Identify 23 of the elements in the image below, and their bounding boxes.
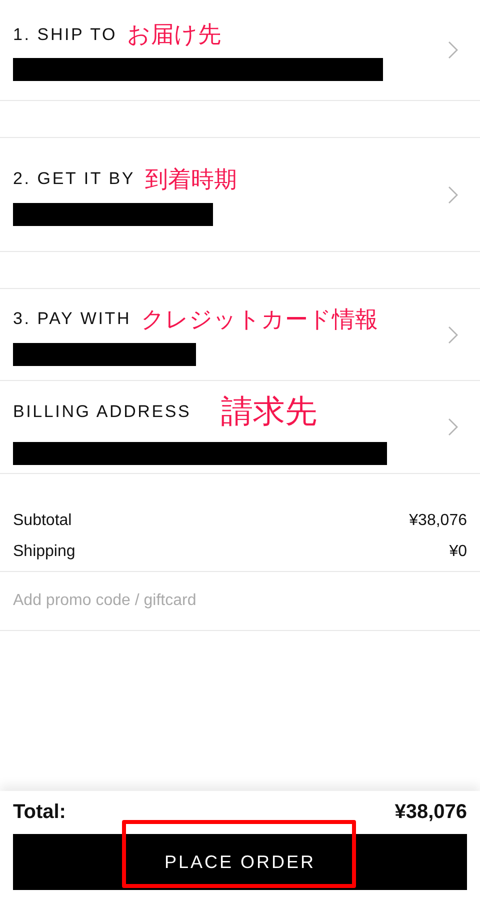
summary-value: ¥0 xyxy=(449,543,467,561)
step-label: 3. PAY WITH xyxy=(13,309,132,329)
checkout-step[interactable]: 3. PAY WITH クレジットカード情報 xyxy=(0,289,480,381)
annotation-label: お届け先 xyxy=(127,21,221,50)
annotation-label: 請求先 xyxy=(221,390,318,432)
summary-label: Subtotal xyxy=(13,512,72,530)
total-label: Total: xyxy=(13,801,66,824)
checkout-step[interactable]: BILLING ADDRESS 請求先 xyxy=(0,381,480,474)
step-label: BILLING ADDRESS xyxy=(13,402,192,422)
chevron-right-icon xyxy=(448,326,458,344)
total-value: ¥38,076 xyxy=(394,801,467,824)
place-order-button[interactable]: PLACE ORDER xyxy=(13,834,467,890)
annotation-label: クレジットカード情報 xyxy=(141,306,378,334)
summary-label: Shipping xyxy=(13,543,76,561)
checkout-step[interactable]: 2. GET IT BY 到着時期 xyxy=(0,138,480,252)
step-label: 2. GET IT BY xyxy=(13,169,136,189)
chevron-right-icon xyxy=(448,186,458,204)
chevron-right-icon xyxy=(448,418,458,436)
checkout-step[interactable]: 1. SHIP TO お届け先 xyxy=(0,0,480,101)
annotation-label: 到着時期 xyxy=(145,166,238,194)
chevron-right-icon xyxy=(448,41,458,59)
step-label: 1. SHIP TO xyxy=(13,24,117,44)
summary-value: ¥38,076 xyxy=(409,512,467,530)
